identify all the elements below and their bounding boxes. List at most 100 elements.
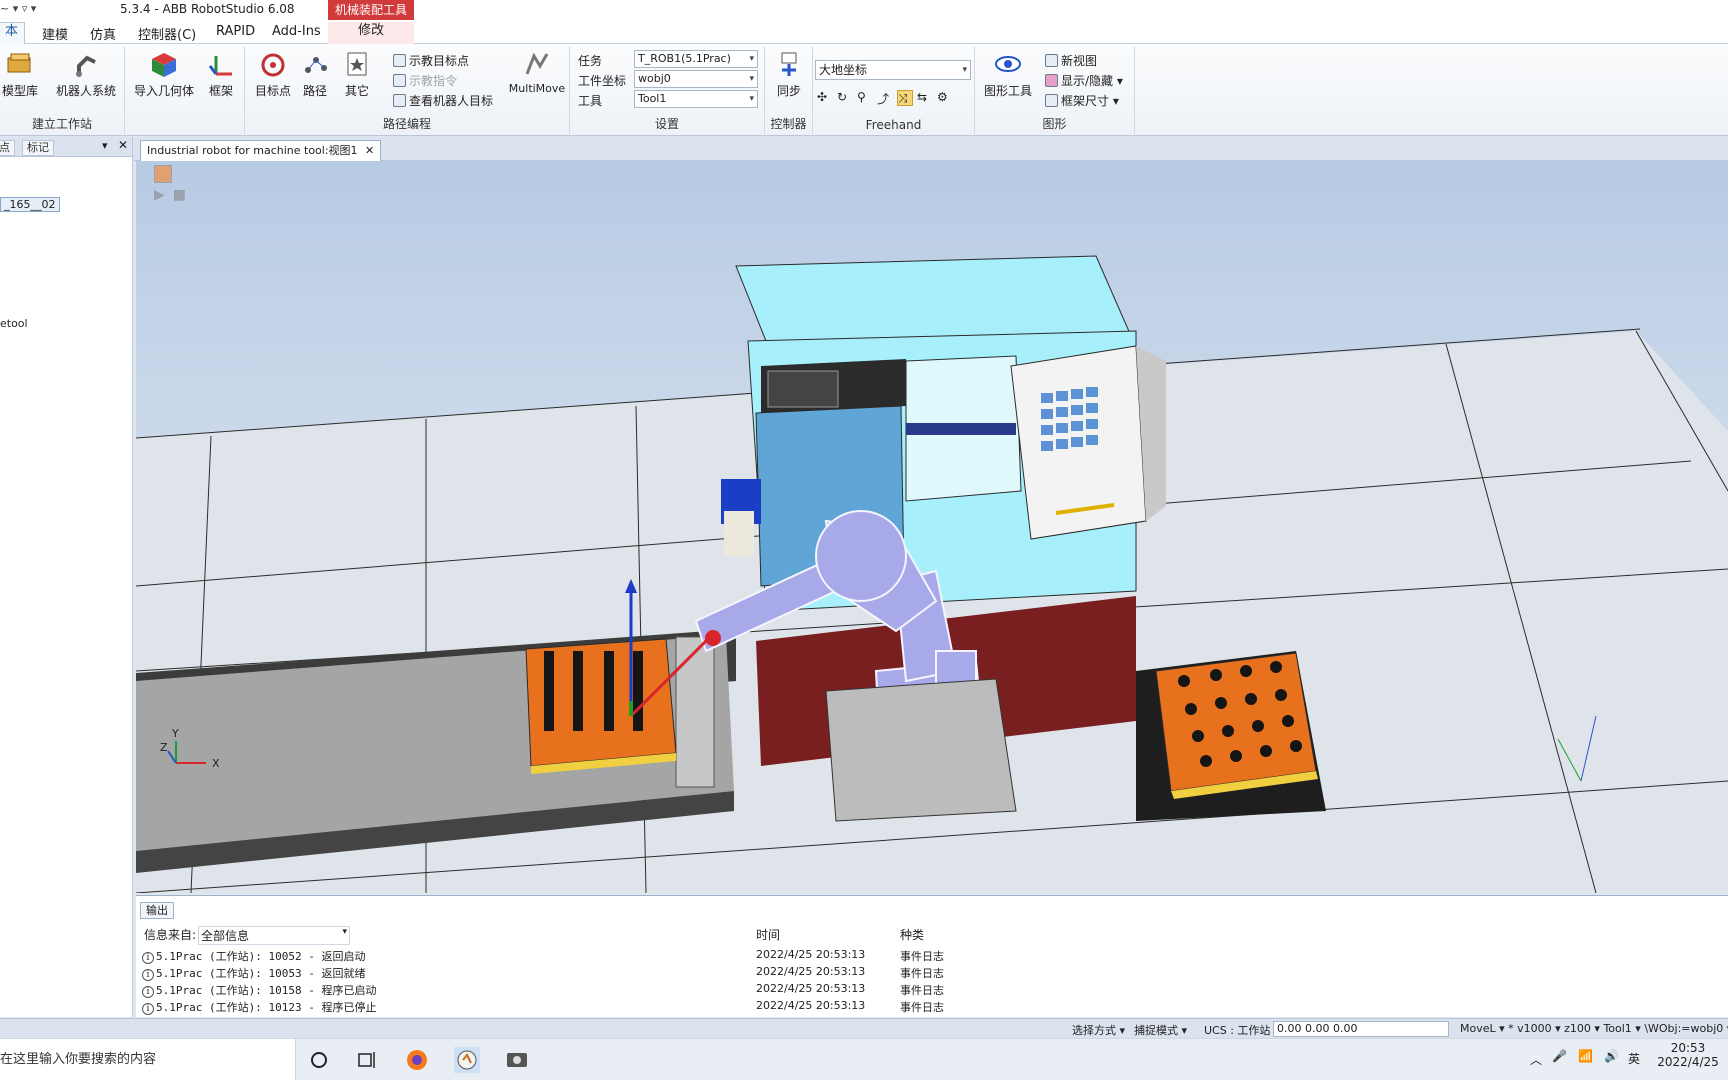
panel-menu-icon[interactable]: ▾ — [102, 139, 108, 152]
simulation-controls: ▶ ■ — [154, 187, 186, 203]
layout-panel: 点 标记 ▾ ✕ _165__02 etool — [0, 137, 133, 1017]
video-recorder-icon[interactable] — [504, 1047, 530, 1073]
filter-combo[interactable]: 全部信息 ▾ — [198, 926, 350, 945]
frame-icon — [208, 56, 232, 76]
eye-icon — [995, 56, 1021, 72]
other-button[interactable]: 其它 — [339, 50, 375, 99]
frame-size-button[interactable]: 框架尺寸 ▾ — [1045, 92, 1119, 109]
model-library-button[interactable]: 模型库 — [0, 50, 42, 99]
conveyor-roller — [675, 636, 715, 788]
jog-joint-icon[interactable]: ⚲ — [857, 90, 873, 106]
multi-robot-jog-icon[interactable]: ⚙ — [937, 90, 953, 106]
teach-instruction-button[interactable]: 示教指令 — [393, 72, 457, 89]
close-icon[interactable]: ✕ — [118, 138, 128, 152]
log-row[interactable]: i 5.1Prac (工作站): 10158 - 程序已启动 — [142, 982, 376, 998]
axis-z-label: Z — [160, 741, 168, 754]
tab-modify[interactable]: 修改 — [328, 22, 414, 44]
jog-linear-icon[interactable]: ⤴ — [877, 90, 893, 106]
task-label: 任务 — [578, 54, 603, 68]
move-icon[interactable]: ✣ — [817, 90, 833, 106]
document-tabs: Industrial robot for machine tool:视图1 ✕ — [134, 137, 1728, 161]
play-icon[interactable]: ▶ — [154, 187, 165, 203]
tab-home[interactable]: 本 — [0, 22, 26, 44]
log-time: 2022/4/25 20:53:13 — [756, 999, 866, 1012]
windows-taskbar: 在这里输入你要搜索的内容 ︿ 🎤 📶 🔊 英 20:53 2022/4/25 — [0, 1038, 1728, 1080]
log-time: 2022/4/25 20:53:13 — [756, 948, 866, 961]
log-row[interactable]: i 5.1Prac (工作站): 10053 - 返回就绪 — [142, 965, 365, 981]
tab-addins[interactable]: Add-Ins — [266, 24, 327, 39]
log-type: 事件日志 — [900, 984, 944, 997]
tab-modeling[interactable]: 建模 — [36, 24, 74, 43]
task-combo[interactable]: T_ROB1(5.1Prac) — [634, 50, 758, 68]
graphics-tools-button[interactable]: 图形工具 — [979, 50, 1037, 99]
group-controller: 同步 控制器 — [765, 46, 813, 134]
quick-access-toolbar[interactable]: ~ ▾ ▿ ▾ — [0, 2, 36, 15]
teach-target-button[interactable]: 示教目标点 — [393, 52, 469, 69]
show-hide-button[interactable]: 显示/隐藏 ▾ — [1045, 72, 1123, 89]
robot-system-button[interactable]: 机器人系统 — [52, 50, 120, 99]
microphone-icon[interactable]: 🎤 — [1552, 1049, 1567, 1063]
reference-frame-combo[interactable]: 大地坐标 — [815, 60, 971, 80]
tab-output[interactable]: 输出 — [140, 902, 174, 919]
group-freehand: 大地坐标 ✣ ↻ ⚲ ⤴ ⤨ ⇆ ⚙ Freehand — [813, 46, 975, 134]
ime-indicator[interactable]: 英 — [1628, 1050, 1640, 1067]
tab-points[interactable]: 点 — [0, 140, 15, 156]
firefox-icon[interactable] — [404, 1047, 430, 1073]
cortana-icon[interactable] — [306, 1047, 332, 1073]
document-tab[interactable]: Industrial robot for machine tool:视图1 ✕ — [140, 140, 382, 161]
path-button[interactable]: 路径 — [297, 50, 333, 99]
coordinates-field[interactable]: 0.00 0.00 0.00 — [1273, 1021, 1449, 1037]
tab-tags[interactable]: 标记 — [22, 140, 54, 156]
target-button[interactable]: 目标点 — [251, 50, 295, 99]
target-icon — [261, 53, 285, 77]
log-time: 2022/4/25 20:53:13 — [756, 982, 866, 995]
info-icon: i — [142, 1003, 154, 1015]
select-mode-dropdown[interactable]: 选择方式 ▾ — [1072, 1022, 1125, 1038]
volume-icon[interactable]: 🔊 — [1604, 1049, 1619, 1063]
frame-button[interactable]: 框架 — [203, 50, 239, 99]
path-icon — [305, 57, 327, 73]
tree-item-selected[interactable]: _165__02 — [0, 197, 60, 212]
chevron-down-icon: ▾ — [342, 927, 347, 937]
sync-button[interactable]: 同步 — [769, 50, 809, 99]
teach-instruction-icon — [393, 74, 406, 87]
column-type[interactable]: 种类 — [900, 926, 924, 943]
wobj-combo[interactable]: wobj0 — [634, 70, 758, 88]
instruction-template[interactable]: MoveL ▾ * v1000 ▾ z100 ▾ Tool1 ▾ \WObj:=… — [1460, 1022, 1728, 1035]
stop-icon[interactable]: ■ — [173, 187, 186, 203]
robot-arm-icon — [76, 55, 96, 77]
tree-item[interactable]: etool — [0, 317, 28, 330]
wifi-icon[interactable]: 📶 — [1578, 1049, 1593, 1063]
panel-tabs: 点 标记 ▾ ✕ — [0, 137, 132, 157]
3d-viewport[interactable]: X Y Z ▶ ■ — [136, 161, 1728, 893]
column-time[interactable]: 时间 — [756, 926, 780, 943]
search-box[interactable]: 在这里输入你要搜索的内容 — [0, 1039, 296, 1080]
view-robot-target-button[interactable]: 查看机器人目标 — [393, 92, 493, 109]
rotate-icon[interactable]: ↻ — [837, 90, 853, 106]
log-row[interactable]: i 5.1Prac (工作站): 10123 - 程序已停止 — [142, 999, 376, 1015]
library-icon — [7, 53, 31, 73]
tool-combo[interactable]: Tool1 — [634, 90, 758, 108]
view-target-icon — [393, 94, 406, 107]
log-row[interactable]: i 5.1Prac (工作站): 10052 - 返回启动 — [142, 948, 365, 964]
robotstudio-icon[interactable] — [454, 1047, 480, 1073]
clock[interactable]: 20:53 2022/4/25 — [1650, 1041, 1726, 1069]
tray-chevron-icon[interactable]: ︿ — [1530, 1051, 1542, 1068]
axis-y-label: Y — [171, 727, 179, 740]
log-time: 2022/4/25 20:53:13 — [756, 965, 866, 978]
group-import: 导入几何体 框架 — [125, 46, 245, 134]
keep-measurement-icon[interactable] — [154, 165, 172, 183]
task-view-icon[interactable] — [354, 1047, 380, 1073]
import-geometry-button[interactable]: 导入几何体 — [131, 50, 197, 99]
new-view-button[interactable]: 新视图 — [1045, 52, 1097, 69]
tool-center-icon[interactable]: ⇆ — [917, 90, 933, 106]
tab-simulation[interactable]: 仿真 — [84, 24, 122, 43]
close-icon[interactable]: ✕ — [365, 144, 374, 157]
snap-mode-dropdown[interactable]: 捕捉模式 ▾ — [1134, 1022, 1187, 1038]
group-label: 设置 — [654, 117, 679, 131]
log-type: 事件日志 — [900, 1001, 944, 1014]
tab-rapid[interactable]: RAPID — [210, 24, 261, 39]
multimove-button[interactable]: MultiMove — [507, 50, 567, 95]
tab-controller[interactable]: 控制器(C) — [132, 24, 202, 43]
jog-reorient-icon[interactable]: ⤨ — [897, 90, 913, 106]
